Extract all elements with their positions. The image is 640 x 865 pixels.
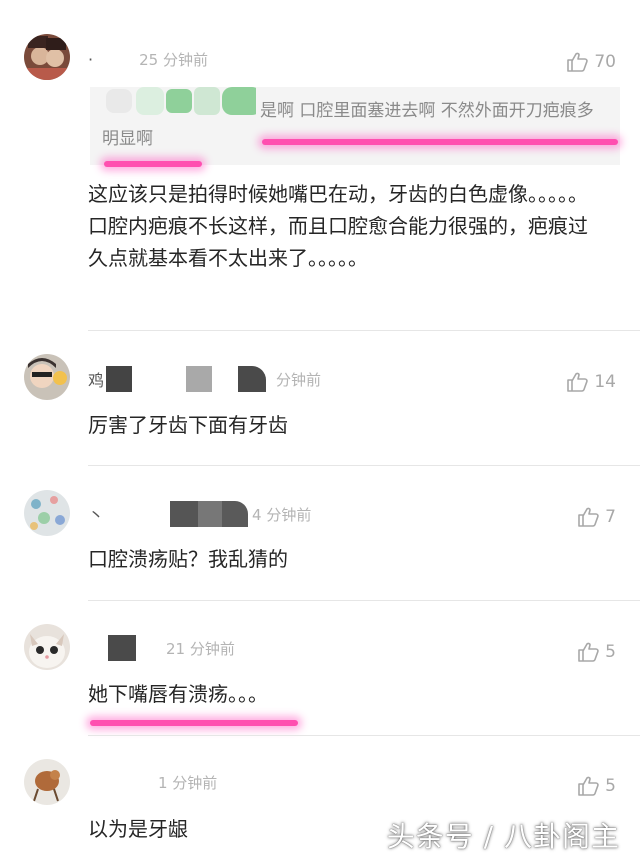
blurred-name bbox=[186, 366, 213, 392]
like-button[interactable]: 70 bbox=[566, 52, 616, 72]
like-button[interactable]: 7 bbox=[577, 507, 616, 527]
like-count: 5 bbox=[605, 776, 616, 796]
avatar[interactable] bbox=[24, 490, 70, 536]
thumbs-up-icon bbox=[578, 776, 599, 796]
username[interactable]: · bbox=[88, 50, 93, 69]
like-count: 14 bbox=[594, 372, 616, 392]
divider bbox=[88, 330, 640, 331]
like-count: 5 bbox=[605, 642, 616, 662]
blurred-name bbox=[108, 635, 136, 661]
blurred-name bbox=[222, 501, 249, 527]
username[interactable]: 鸡 bbox=[88, 367, 104, 391]
timestamp: 25 分钟前 bbox=[139, 50, 208, 69]
highlight-underline bbox=[262, 139, 618, 145]
thumbs-up-icon bbox=[578, 642, 599, 662]
blurred-name bbox=[238, 366, 267, 392]
comment-line: 这应该只是拍得时候她嘴巴在动，牙齿的白色虚像。。。。。 bbox=[88, 182, 588, 206]
blurred-name bbox=[106, 366, 133, 392]
comment-meta: 鸡 分钟前 bbox=[88, 366, 322, 392]
comment-content: 厉害了牙齿下面有牙齿 bbox=[88, 413, 288, 437]
comment-content: 这应该只是拍得时候她嘴巴在动，牙齿的白色虚像。。。。。 口腔内疤痕不长这样，而且… bbox=[88, 178, 600, 274]
quoted-reply[interactable]: 是啊 口腔里面塞进去啊 不然外面开刀疤痕多明显啊 bbox=[90, 87, 620, 165]
highlight-underline bbox=[90, 720, 298, 726]
timestamp: 21 分钟前 bbox=[166, 639, 235, 658]
like-count: 7 bbox=[605, 507, 616, 527]
thumbs-up-icon bbox=[578, 507, 599, 527]
comment-meta: · 25 分钟前 bbox=[88, 48, 208, 70]
comment-meta: 21 分钟前 bbox=[88, 635, 235, 661]
thumbs-up-icon bbox=[567, 372, 589, 392]
like-button[interactable]: 5 bbox=[577, 776, 616, 796]
blurred-name bbox=[170, 501, 199, 527]
avatar[interactable] bbox=[24, 34, 70, 80]
thumbs-up-icon bbox=[567, 52, 589, 72]
timestamp: 分钟前 bbox=[276, 370, 322, 389]
avatar[interactable] bbox=[24, 759, 70, 805]
like-button[interactable]: 14 bbox=[566, 372, 616, 392]
timestamp: 4 分钟前 bbox=[252, 505, 312, 524]
avatar[interactable] bbox=[24, 624, 70, 670]
comment-meta: 1 分钟前 bbox=[88, 771, 217, 793]
divider bbox=[88, 600, 640, 601]
watermark: 头条号 / 八卦阁主 bbox=[386, 820, 620, 853]
like-button[interactable]: 5 bbox=[577, 642, 616, 662]
blurred-name bbox=[198, 501, 223, 527]
comment-content: 口腔溃疡贴？我乱猜的 bbox=[88, 547, 288, 571]
avatar[interactable] bbox=[24, 354, 70, 400]
timestamp: 1 分钟前 bbox=[158, 773, 218, 792]
divider bbox=[88, 735, 640, 736]
username[interactable]: 丶 bbox=[88, 502, 104, 526]
like-count: 70 bbox=[594, 52, 616, 72]
comment-meta: 丶 4 分钟前 bbox=[88, 501, 312, 527]
highlight-underline bbox=[104, 161, 202, 167]
comment-line: 口腔内疤痕不长这样，而且口腔愈合能力很强的，疤痕过久点就基本看不太出来了。。。。… bbox=[88, 214, 588, 270]
divider bbox=[88, 465, 640, 466]
comment-content: 她下嘴唇有溃疡。。。 bbox=[88, 682, 268, 706]
